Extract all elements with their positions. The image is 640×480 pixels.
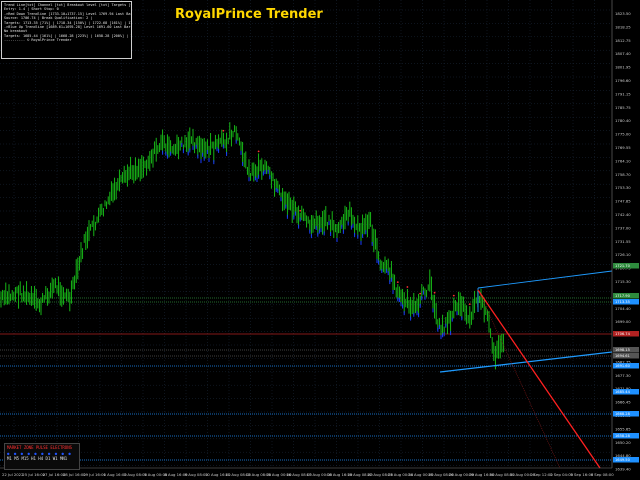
price-tag: 1668.28	[613, 411, 639, 417]
price-tag: 1698.15	[613, 347, 639, 353]
y-tick-label: 1747.85	[615, 199, 631, 204]
swing-high-marker	[452, 294, 455, 297]
y-tick-label: 1715.30	[615, 279, 631, 284]
y-tick-label: 1801.95	[615, 65, 631, 70]
swing-high-marker	[299, 209, 302, 212]
y-tick-label: 1704.40	[615, 306, 631, 311]
legend-timeframes: M1 M5 M15 H1 H4 D1 W1 MN1	[7, 456, 68, 461]
price-tag: 1721.70	[613, 263, 639, 269]
price-tag-label: 1717.90	[615, 294, 631, 298]
swing-high-marker	[396, 281, 399, 283]
swing-high-marker	[257, 150, 260, 153]
y-tick-label: 1699.00	[615, 319, 631, 324]
swing-high-marker	[222, 129, 225, 132]
price-tag-label: 1721.70	[615, 264, 631, 268]
y-tick-label: 1650.20	[615, 440, 631, 445]
price-tag-label: 1658.28	[615, 434, 631, 438]
swing-high-marker	[406, 286, 409, 288]
price-tag: 1706.74	[613, 331, 639, 337]
y-tick-label: 1677.30	[615, 373, 631, 378]
y-tick-label: 1818.25	[615, 24, 631, 29]
legend-title: MARKET ZONE PULSE ELECTRONS	[7, 445, 73, 450]
price-tag: 1694.61	[613, 353, 639, 359]
y-tick-label: 1785.75	[615, 105, 631, 110]
y-tick-label: 1758.70	[615, 172, 631, 177]
price-tag: 1685.44	[613, 389, 639, 395]
price-tag: 1717.90	[613, 293, 639, 299]
price-tag-label: 1668.28	[615, 412, 631, 416]
y-tick-label: 1791.15	[615, 91, 631, 96]
swing-high-marker	[419, 292, 422, 295]
x-tick-label: 22 Jul 2022	[2, 472, 24, 477]
price-tag-label: 1649.50	[615, 458, 631, 462]
price-tag-label: 1713.35	[615, 300, 630, 304]
price-tag-label: 1706.74	[615, 332, 631, 336]
price-tag-label: 1694.61	[615, 354, 630, 358]
brand-title: RoyalPrince Trender	[175, 7, 323, 22]
swing-high-marker	[433, 291, 436, 294]
y-tick-label: 1742.40	[615, 212, 631, 217]
market-zone-legend: MARKET ZONE PULSE ELECTRONS ● ● ● ● ● ● …	[4, 443, 80, 470]
y-tick-label: 1775.00	[615, 132, 631, 137]
y-tick-label: 1737.00	[615, 225, 631, 230]
y-tick-label: 1753.30	[615, 185, 631, 190]
chart-background	[0, 0, 640, 480]
price-chart[interactable]: 1823.50 1818.25 1812.75 1807.40 1801.95 1796.…	[0, 0, 640, 480]
price-tag: 1649.50	[613, 457, 639, 463]
y-tick-label: 1823.50	[615, 11, 631, 16]
y-tick-label: 1764.10	[615, 158, 631, 163]
y-tick-label: 1780.40	[615, 118, 631, 123]
y-tick-label: 1807.40	[615, 51, 631, 56]
y-tick-label: 1726.10	[615, 252, 631, 257]
y-tick-label: 1769.55	[615, 145, 631, 150]
y-tick-label: 1731.55	[615, 239, 631, 244]
x-tick-label: 6 Sep 08:00	[591, 472, 615, 477]
y-tick-label: 1639.40	[615, 467, 631, 472]
price-tag-label: 1698.15	[615, 348, 630, 352]
info-panel: Trend Line[txt] Channel [txt] Breakout l…	[1, 1, 132, 59]
price-tag: 1658.28	[613, 433, 639, 439]
price-tag: 1691.60	[613, 363, 639, 369]
y-tick-label: 1796.60	[615, 78, 631, 83]
y-tick-label: 1666.45	[615, 400, 631, 405]
price-tag-label: 1691.60	[615, 364, 631, 368]
y-tick-label: 1655.65	[615, 426, 631, 431]
swing-high-marker	[468, 303, 471, 306]
price-tag: 1713.35	[613, 299, 639, 305]
y-tick-label: 1812.75	[615, 38, 631, 43]
price-tag-label: 1685.44	[615, 390, 631, 394]
info-line: ---------- © RoyalPrince Trender	[4, 38, 72, 43]
